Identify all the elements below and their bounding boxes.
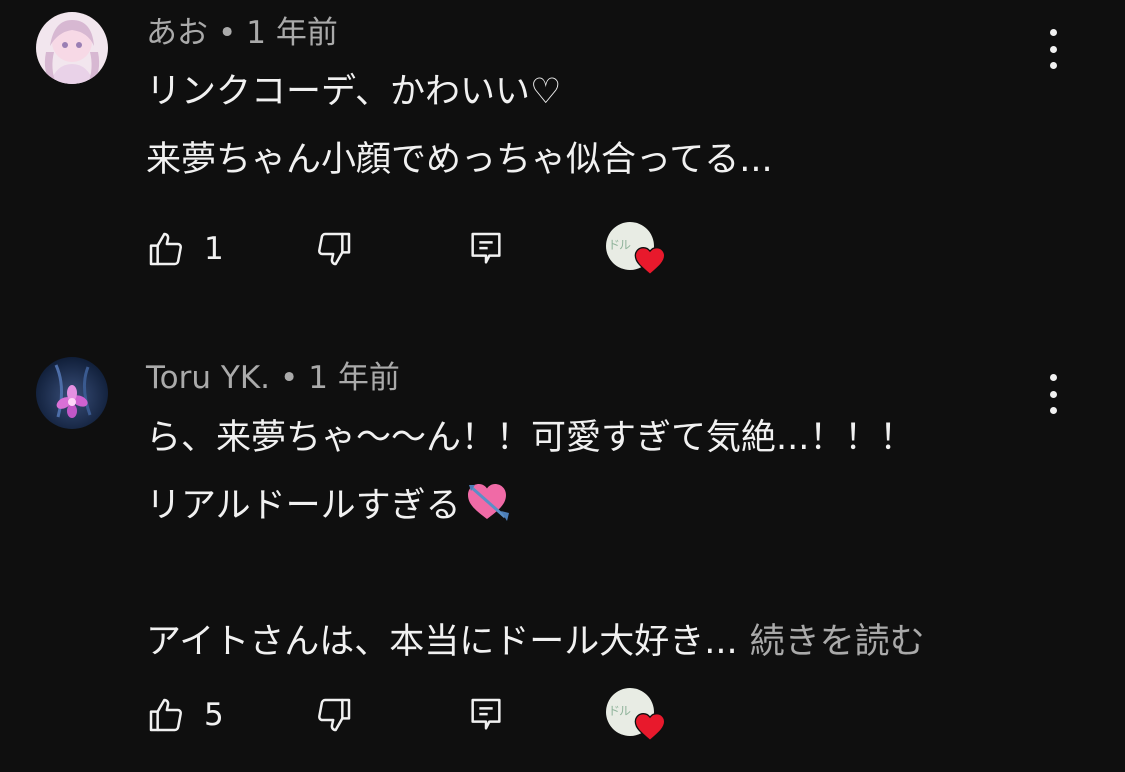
creator-avatar-text: ドル — [608, 238, 631, 252]
reply-button[interactable] — [466, 224, 506, 274]
author-name[interactable]: あお — [146, 15, 208, 51]
thumbs-down-icon — [318, 698, 351, 732]
heart-with-arrow-emoji — [465, 478, 511, 546]
reply-button[interactable] — [466, 690, 506, 740]
dislike-button[interactable] — [314, 224, 354, 274]
author-name[interactable]: Toru YK. — [146, 360, 270, 396]
more-vertical-icon[interactable] — [1036, 27, 1070, 71]
like-count: 1 — [204, 231, 224, 267]
more-vertical-icon[interactable] — [1036, 372, 1070, 416]
comment-time: 1 年前 — [308, 360, 400, 396]
thumbs-down-icon — [318, 232, 351, 266]
like-count: 5 — [204, 697, 224, 733]
read-more-link[interactable]: 続きを読む — [750, 622, 925, 662]
comment-line: リアルドールすぎる — [146, 472, 925, 540]
heart-icon — [634, 246, 666, 276]
dislike-button[interactable] — [314, 690, 354, 740]
comment-line: 来夢ちゃん小顔でめっちゃ似合ってる... — [146, 140, 773, 180]
comment-text: リンクコーデ、かわいい♡ 来夢ちゃん小顔でめっちゃ似合ってる... — [146, 58, 773, 194]
comment-meta: Toru YK. • 1 年前 — [146, 358, 400, 398]
comment-line-text: アイトさんは、本当にドール大好き... — [146, 622, 738, 662]
meta-separator: • — [218, 15, 237, 51]
like-button[interactable]: 5 — [146, 690, 224, 740]
reply-icon — [471, 232, 501, 264]
reply-icon — [471, 698, 501, 730]
comment-line: ら、来夢ちゃ〜〜ん！！可愛すぎて気絶...！！！ — [146, 418, 915, 458]
creator-heart-badge: ドル — [604, 688, 670, 750]
like-button[interactable]: 1 — [146, 224, 224, 274]
comment-line — [146, 540, 925, 608]
thumbs-up-icon — [149, 232, 182, 266]
thumbs-up-icon — [149, 698, 182, 732]
creator-avatar-text: ドル — [608, 704, 631, 718]
comment-actions: 5 ドル — [146, 688, 706, 742]
comment-time: 1 年前 — [246, 15, 338, 51]
creator-heart-badge: ドル — [604, 222, 670, 284]
comment-actions: 1 ドル — [146, 222, 706, 276]
avatar[interactable] — [36, 12, 108, 84]
avatar[interactable] — [36, 357, 108, 429]
comment-text: ら、来夢ちゃ〜〜ん！！可愛すぎて気絶...！！！ リアルドールすぎる アイトさん… — [146, 404, 925, 676]
comment-line-text: リアルドールすぎる — [146, 486, 461, 526]
comment-line: アイトさんは、本当にドール大好き... 続きを読む — [146, 608, 925, 676]
comment-line: リンクコーデ、かわいい♡ — [146, 72, 562, 112]
meta-separator: • — [280, 360, 299, 396]
comment-meta: あお • 1 年前 — [146, 13, 338, 53]
heart-icon — [634, 712, 666, 742]
